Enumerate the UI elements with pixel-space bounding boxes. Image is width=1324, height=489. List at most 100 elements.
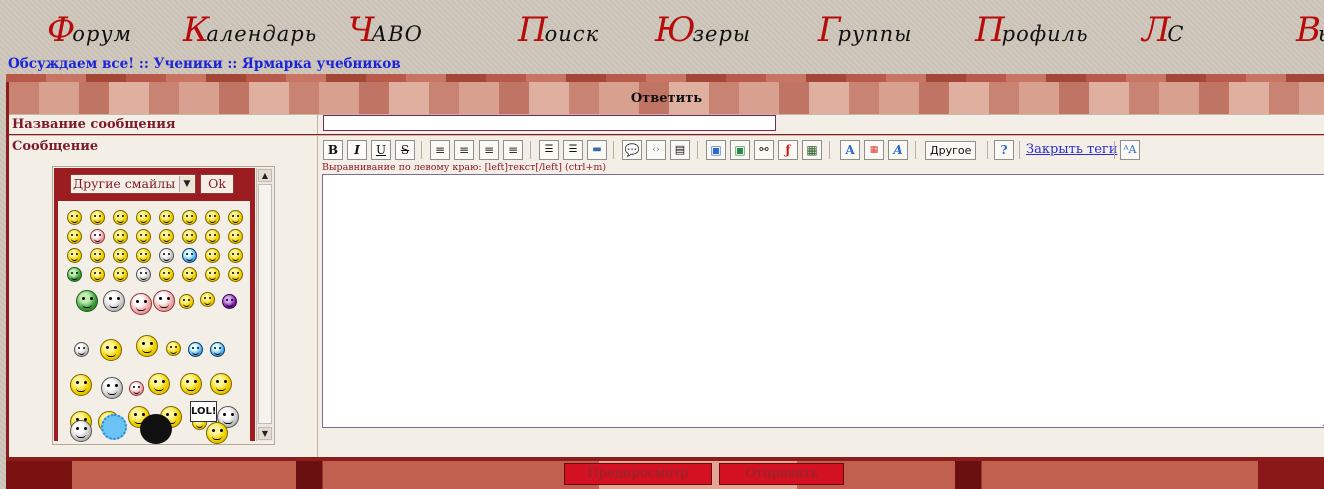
list-ordered-icon[interactable]: ☰ [539,140,559,160]
pharaoh-smiley-icon[interactable] [210,373,232,395]
smiley-icon[interactable] [67,267,82,282]
smiley-icon[interactable] [113,248,128,263]
strike-icon[interactable]: S [395,140,415,160]
nav-users[interactable]: Юзеры [655,8,751,52]
smiley-scrollbar[interactable]: ▲ ▼ [256,168,273,441]
smiley-icon[interactable] [67,248,82,263]
smiley-icon[interactable] [200,292,215,307]
nav-logout[interactable]: Вы [1296,8,1324,52]
hr-icon[interactable]: ▬ [587,140,607,160]
breadcrumb-link-textbook-fair[interactable]: Ярмарка учебников [242,56,401,72]
smiley-ok-button[interactable]: Ok [200,174,234,194]
smiley-icon[interactable] [113,210,128,225]
link-icon[interactable]: ⚯ [754,140,774,160]
align-left-icon[interactable]: ≡ [430,140,450,160]
smiley-icon[interactable] [113,229,128,244]
smiley-icon[interactable] [166,341,181,356]
afro-smiley-icon[interactable] [140,414,172,444]
pig-smiley-icon[interactable] [153,290,175,312]
align-center-icon[interactable]: ≡ [454,140,474,160]
nav-faq[interactable]: ЧАВО [348,8,423,52]
color-icon[interactable]: ▦ [864,140,884,160]
close-tags-link[interactable]: Закрыть теги [1026,142,1117,157]
smiley-icon[interactable] [90,267,105,282]
monkey-smiley-icon[interactable] [130,293,152,315]
smiley-icon[interactable] [159,210,174,225]
align-justify-icon[interactable]: ≡ [503,140,523,160]
smiley-icon[interactable] [100,339,122,361]
smiley-icon[interactable] [182,210,197,225]
submit-button[interactable]: Отправить [719,463,844,485]
sleep-smiley-icon[interactable] [210,342,225,357]
scroll-down-icon[interactable]: ▼ [258,427,272,440]
confused-smiley-icon[interactable] [222,294,237,309]
table-icon[interactable]: ▤ [670,140,690,160]
smiley-icon[interactable] [159,267,174,282]
smiley-icon[interactable] [228,229,243,244]
reindeer-smiley-icon[interactable] [180,373,202,395]
message-textarea[interactable] [322,174,1324,428]
smiley-icon[interactable] [67,229,82,244]
smiley-category-select[interactable]: Другие смайлы ▼ [70,174,196,194]
smiley-icon[interactable] [182,267,197,282]
bunny-smiley-icon[interactable] [101,377,123,399]
video-icon[interactable]: ▦ [802,140,822,160]
cold-smiley-icon[interactable] [188,342,203,357]
scroll-up-icon[interactable]: ▲ [258,169,272,182]
cherry-smiley-icon[interactable] [129,381,144,396]
smiley-icon[interactable] [136,210,151,225]
breadcrumb-link-discuss[interactable]: Обсуждаем все! [8,56,134,72]
flash-icon[interactable]: ƒ [778,140,798,160]
nav-search[interactable]: Поиск [518,8,599,52]
nav-forum[interactable]: Форум [47,8,132,52]
preview-button[interactable]: Предпросмотр [564,463,712,485]
smiley-icon[interactable] [228,267,243,282]
other-button[interactable]: Другое [925,141,977,160]
cat-smiley-icon[interactable] [103,290,125,312]
smiley-icon[interactable] [90,229,105,244]
translit-icon[interactable]: ᴬA [1120,140,1140,160]
code-icon[interactable]: ‹› [646,140,666,160]
smiley-icon[interactable] [90,210,105,225]
italic-icon[interactable]: I [347,140,367,160]
font-icon[interactable]: A [840,140,860,160]
list-unordered-icon[interactable]: ☰ [563,140,583,160]
align-right-icon[interactable]: ≡ [479,140,499,160]
santa-smiley-icon[interactable] [148,373,170,395]
smiley-icon[interactable] [159,248,174,263]
elephant-smiley-icon[interactable] [70,420,92,442]
scroll-thumb[interactable] [258,184,272,424]
nav-pm[interactable]: ЛС [1142,8,1184,52]
image-icon[interactable]: ▣ [730,140,750,160]
alien-smiley-icon[interactable] [76,290,98,312]
smiley-icon[interactable] [205,229,220,244]
nav-profile[interactable]: Профиль [975,8,1089,52]
image-upload-icon[interactable]: ▣ [706,140,726,160]
subject-input[interactable] [323,115,776,131]
sun-smiley-icon[interactable] [70,374,92,396]
smiley-icon[interactable] [74,342,89,357]
rock-smiley-icon[interactable] [136,335,158,357]
smiley-icon[interactable] [90,248,105,263]
help-icon[interactable]: ? [994,140,1014,160]
nav-groups[interactable]: Группы [818,8,912,52]
smiley-icon[interactable] [205,248,220,263]
underline-icon[interactable]: U [371,140,391,160]
lol-smiley-icon[interactable] [206,422,228,444]
smiley-icon[interactable] [205,210,220,225]
nav-calendar[interactable]: Календарь [183,8,317,52]
smiley-icon[interactable] [205,267,220,282]
breadcrumb-link-students[interactable]: Ученики [154,56,223,72]
smiley-icon[interactable] [228,210,243,225]
quote-icon[interactable]: 💬 [622,140,642,160]
smiley-icon[interactable] [159,229,174,244]
smiley-icon[interactable] [182,248,197,263]
flower-smiley-icon[interactable] [101,414,127,440]
smiley-icon[interactable] [179,294,194,309]
smiley-icon[interactable] [136,248,151,263]
bold-icon[interactable]: B [323,140,343,160]
smiley-icon[interactable] [228,248,243,263]
text-icon[interactable]: A [888,140,908,160]
smiley-icon[interactable] [136,229,151,244]
smiley-icon[interactable] [67,210,82,225]
